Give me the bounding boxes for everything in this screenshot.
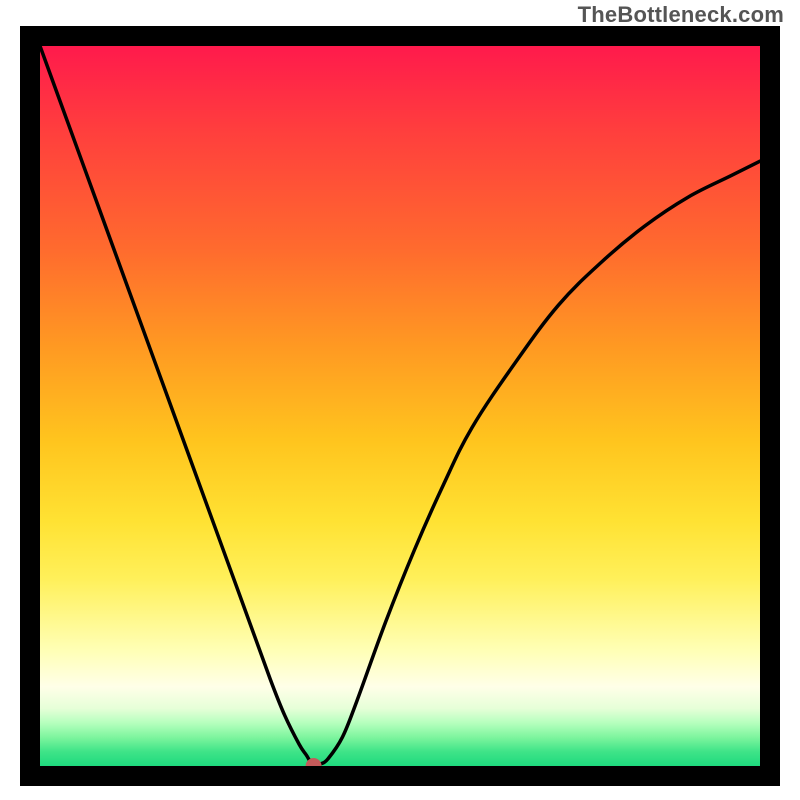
chart-stage: TheBottleneck.com bbox=[0, 0, 800, 800]
bottleneck-curve bbox=[40, 46, 760, 766]
watermark-text: TheBottleneck.com bbox=[578, 2, 784, 28]
plot-area bbox=[40, 46, 760, 766]
bottleneck-curve-svg bbox=[40, 46, 760, 766]
